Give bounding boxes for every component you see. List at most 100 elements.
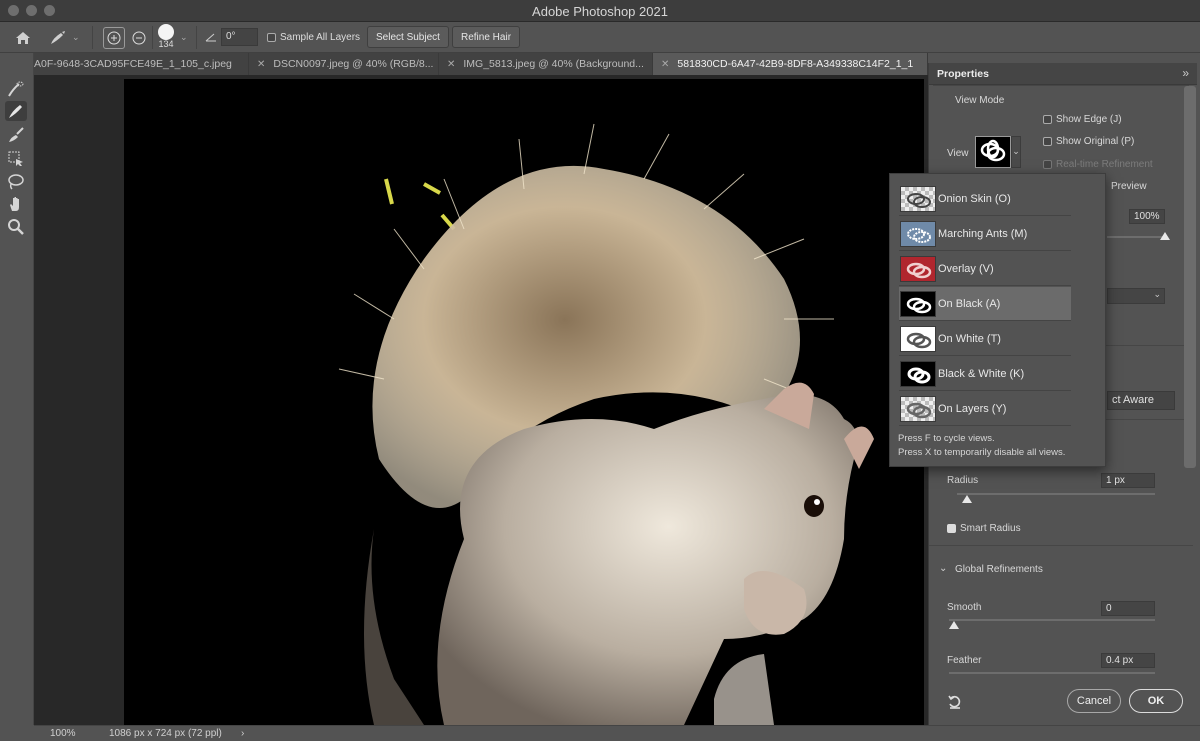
close-tab-icon[interactable]: ✕ (257, 59, 265, 70)
cancel-button[interactable]: Cancel (1067, 689, 1121, 713)
opacity-slider[interactable] (1107, 236, 1165, 238)
object-selection-tool-icon[interactable] (5, 149, 27, 169)
zoom-level[interactable]: 100% (50, 728, 76, 739)
object-aware-dropdown[interactable]: ct Aware (1107, 391, 1175, 410)
angle-input[interactable]: 0° (221, 28, 258, 46)
status-bar: 100% 1086 px x 724 px (72 ppl) › (34, 725, 1200, 741)
show-original-checkbox[interactable] (1043, 137, 1052, 146)
menu-item-overlay[interactable]: Overlay (V) (899, 252, 1071, 286)
options-bar: ⌄ 134 ⌄ 0° Sample All Layers Select Subj… (0, 22, 1200, 53)
preview-label: Preview (1111, 181, 1147, 192)
menu-hint-cycle: Press F to cycle views. (898, 433, 995, 444)
select-subject-button[interactable]: Select Subject (367, 26, 449, 48)
radius-slider-thumb[interactable] (962, 495, 972, 503)
on-layers-thumbnail-icon (900, 395, 936, 422)
smooth-input[interactable]: 0 (1101, 601, 1155, 616)
opacity-slider-thumb[interactable] (1160, 232, 1170, 240)
squirrel-photo (124, 79, 924, 725)
feather-slider[interactable] (949, 672, 1155, 674)
panel-header: Properties » (929, 63, 1197, 85)
smooth-slider-thumb[interactable] (949, 621, 959, 629)
global-refinements-chevron-icon[interactable]: ⌄ (939, 563, 947, 574)
menu-item-label: On Layers (Y) (938, 402, 1007, 415)
angle-icon (204, 27, 218, 47)
sample-all-layers-label: Sample All Layers (280, 31, 361, 43)
tab-document-3[interactable]: ✕ IMG_5813.jpeg @ 40% (Background... (439, 53, 653, 75)
reset-icon[interactable] (947, 694, 963, 710)
tools-panel (0, 53, 34, 725)
add-to-selection-icon[interactable] (103, 27, 125, 49)
view-thumbnail-button[interactable] (975, 136, 1011, 168)
menu-item-onion-skin[interactable]: Onion Skin (O) (899, 182, 1071, 216)
brush-size-value: 134 (158, 39, 174, 49)
on-black-thumbnail-icon (900, 290, 936, 317)
refine-brush-icon[interactable] (48, 27, 70, 49)
tab-document-2[interactable]: ✕ DSCN0097.jpeg @ 40% (RGB/8... (249, 53, 439, 75)
show-edge-checkbox[interactable] (1043, 115, 1052, 124)
feather-input[interactable]: 0.4 px (1101, 653, 1155, 668)
menu-item-label: Black & White (K) (938, 367, 1025, 380)
hand-tool-icon[interactable] (5, 194, 27, 214)
radius-slider[interactable] (957, 493, 1155, 495)
lasso-tool-icon[interactable] (5, 172, 27, 192)
smart-radius-label: Smart Radius (960, 523, 1021, 534)
zoom-tool-icon[interactable] (5, 217, 27, 237)
home-icon[interactable] (12, 27, 34, 49)
marching-ants-thumbnail-icon (900, 220, 936, 247)
show-original-label: Show Original (P) (1056, 136, 1135, 147)
menu-item-on-layers[interactable]: On Layers (Y) (899, 392, 1071, 426)
tab-label: A0F-9648-3CAD95FCE49E_1_105_c.jpeg (34, 58, 232, 70)
tab-document-1[interactable]: A0F-9648-3CAD95FCE49E_1_105_c.jpeg (34, 53, 249, 75)
collapse-panel-icon[interactable]: » (1182, 66, 1189, 80)
document-canvas-area[interactable] (34, 75, 928, 725)
tab-label: DSCN0097.jpeg @ 40% (RGB/8... (273, 58, 434, 70)
document-size: 1086 px x 724 px (72 ppl) (109, 728, 222, 739)
menu-item-marching-ants[interactable]: Marching Ants (M) (899, 217, 1071, 251)
menu-item-label: Overlay (V) (938, 262, 994, 275)
sample-all-layers-checkbox[interactable] (267, 32, 276, 42)
ok-button[interactable]: OK (1129, 689, 1183, 713)
refine-hair-button[interactable]: Refine Hair (452, 26, 521, 48)
onion-skin-thumbnail-icon (900, 185, 936, 212)
menu-item-label: Onion Skin (O) (938, 192, 1011, 205)
brush-size-chevron-icon[interactable]: ⌄ (180, 27, 188, 47)
realtime-refinement-label: Real-time Refinement (1056, 159, 1153, 170)
menu-item-on-black[interactable]: On Black (A) (899, 287, 1071, 321)
radius-label: Radius (947, 475, 979, 486)
opacity-input[interactable]: 100% (1129, 209, 1165, 224)
view-label: View (947, 148, 969, 159)
realtime-refinement-checkbox[interactable] (1043, 160, 1052, 169)
menu-item-black-and-white[interactable]: Black & White (K) (899, 357, 1071, 391)
quick-selection-tool-icon[interactable] (5, 79, 27, 99)
menu-item-on-white[interactable]: On White (T) (899, 322, 1071, 356)
brush-preset-chevron-icon[interactable]: ⌄ (72, 27, 80, 47)
black-and-white-thumbnail-icon (900, 360, 936, 387)
view-dropdown-chevron-icon[interactable]: ⌄ (1011, 136, 1021, 168)
panel-scrollbar[interactable] (1184, 86, 1196, 468)
smooth-label: Smooth (947, 602, 982, 613)
menu-item-label: On White (T) (938, 332, 1001, 345)
title-bar: Adobe Photoshop 2021 (0, 0, 1200, 22)
feather-label: Feather (947, 655, 982, 666)
window-title: Adobe Photoshop 2021 (532, 4, 668, 19)
tab-label: IMG_5813.jpeg @ 40% (Background... (463, 58, 644, 70)
view-mode-label: View Mode (955, 95, 1005, 106)
menu-item-label: On Black (A) (938, 297, 1001, 310)
canvas-image[interactable] (124, 79, 924, 725)
output-dropdown-chevron-icon[interactable]: ⌄ (1107, 288, 1165, 304)
subtract-from-selection-icon[interactable] (128, 27, 150, 49)
smart-radius-checkbox[interactable] (947, 524, 956, 533)
status-chevron-icon[interactable]: › (241, 728, 244, 739)
global-refinements-label: Global Refinements (955, 564, 1043, 575)
refine-edge-brush-tool-icon[interactable] (5, 101, 27, 121)
tab-document-4-active[interactable]: ✕ 581830CD-6A47-42B9-8DF8-A349338C14F2_1… (653, 53, 928, 75)
document-tabs: A0F-9648-3CAD95FCE49E_1_105_c.jpeg ✕ DSC… (34, 53, 928, 75)
smooth-slider[interactable] (949, 619, 1155, 621)
panel-title: Properties (937, 68, 989, 80)
radius-input[interactable]: 1 px (1101, 473, 1155, 488)
tab-label: 581830CD-6A47-42B9-8DF8-A349338C14F2_1_1 (677, 58, 914, 70)
on-white-thumbnail-icon (900, 325, 936, 352)
close-tab-icon[interactable]: ✕ (661, 59, 669, 70)
brush-tool-icon[interactable] (5, 125, 27, 145)
close-tab-icon[interactable]: ✕ (447, 59, 455, 70)
